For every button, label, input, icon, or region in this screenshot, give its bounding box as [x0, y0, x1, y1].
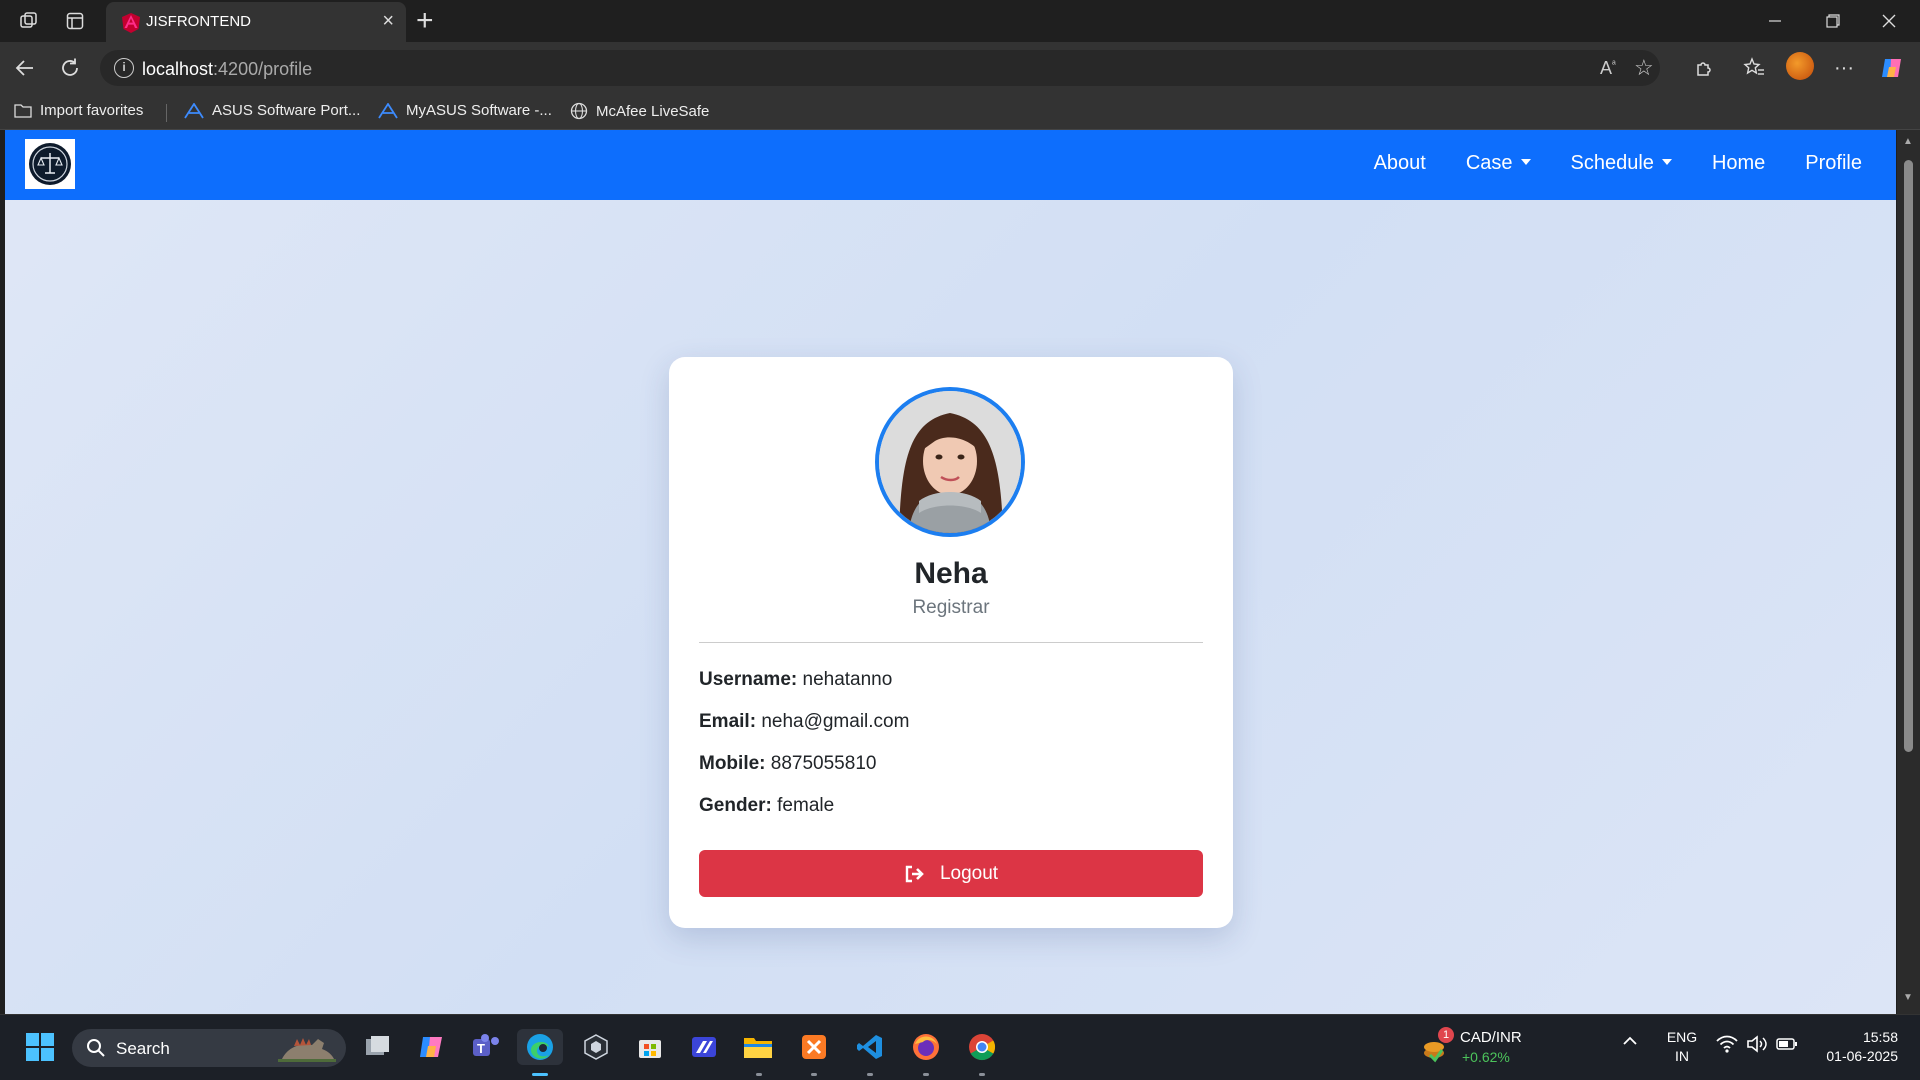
volume-icon[interactable]: [1746, 1035, 1768, 1056]
vscode-running-indicator: [867, 1073, 873, 1076]
browser-title-bar: JISFRONTEND × +: [0, 0, 1920, 42]
language-indicator[interactable]: ENG IN: [1666, 1029, 1698, 1064]
profile-card: Neha Registrar Username: nehatanno Email…: [669, 357, 1233, 928]
import-folder-icon: [14, 103, 32, 118]
card-divider: [699, 642, 1203, 643]
battery-icon[interactable]: [1776, 1036, 1798, 1055]
file-explorer-icon[interactable]: [740, 1029, 776, 1065]
profile-field-mobile: Mobile: 8875055810: [699, 753, 877, 774]
mongodb-compass-icon[interactable]: [686, 1029, 722, 1065]
ticker-name[interactable]: CAD/INR: [1460, 1029, 1522, 1046]
profile-name: Neha: [914, 557, 988, 590]
copilot-icon[interactable]: [1878, 54, 1906, 82]
globe-icon: [570, 102, 588, 120]
nav-profile[interactable]: Profile: [1805, 152, 1862, 175]
browser-toolbar: i localhost:4200/profile Aᵃ ☆ ···: [0, 42, 1920, 94]
site-info-icon[interactable]: i: [114, 58, 134, 78]
taskbar-search[interactable]: Search: [72, 1029, 346, 1067]
logout-label: Logout: [939, 862, 999, 884]
ticker-change: +0.62%: [1462, 1049, 1510, 1065]
restore-icon[interactable]: [1810, 6, 1856, 36]
nav-home[interactable]: Home: [1712, 152, 1765, 175]
minimize-icon[interactable]: [1752, 6, 1798, 36]
firefox-icon[interactable]: [908, 1029, 944, 1065]
favorites-icon[interactable]: [1740, 54, 1768, 82]
copilot-app-icon[interactable]: [414, 1029, 450, 1065]
refresh-icon[interactable]: [56, 54, 84, 82]
angular-icon: [120, 12, 142, 34]
profile-photo: [875, 387, 1025, 537]
scroll-up-icon[interactable]: ▲: [1903, 136, 1913, 147]
bookmark-import-favorites[interactable]: Import favorites: [14, 102, 143, 119]
app-nav-links: About Case Schedule Home Profile: [1374, 152, 1862, 175]
more-options-icon[interactable]: ···: [1830, 54, 1858, 82]
firefox-running-indicator: [923, 1073, 929, 1076]
windows-start-icon[interactable]: [22, 1029, 58, 1065]
asus-icon: [378, 102, 398, 118]
asus-icon: [184, 102, 204, 118]
back-arrow-icon[interactable]: [11, 54, 39, 82]
svg-text:T: T: [477, 1041, 485, 1056]
ticker-badge: 1: [1438, 1027, 1454, 1043]
microsoft-store-icon[interactable]: [632, 1029, 668, 1065]
extensions-icon[interactable]: [1690, 54, 1718, 82]
bookmark-mcafee-livesafe[interactable]: McAfee LiveSafe: [570, 102, 709, 120]
url-text[interactable]: localhost:4200/profile: [142, 59, 312, 80]
page-scrollbar[interactable]: ▲ ▼: [1897, 130, 1920, 1014]
tab-title: JISFRONTEND: [146, 13, 251, 30]
new-tab-button[interactable]: +: [416, 4, 434, 38]
nav-about[interactable]: About: [1374, 152, 1426, 175]
xampp-running-indicator: [811, 1073, 817, 1076]
active-tab[interactable]: JISFRONTEND ×: [106, 2, 406, 42]
profile-field-email: Email: neha@gmail.com: [699, 711, 910, 732]
scroll-down-icon[interactable]: ▼: [1903, 992, 1913, 1003]
scales-of-justice-logo-icon[interactable]: [25, 139, 75, 189]
profile-role: Registrar: [912, 597, 990, 618]
address-bar[interactable]: i localhost:4200/profile Aᵃ ☆: [100, 50, 1660, 86]
bookmark-separator: [166, 104, 167, 122]
sign-out-icon: [905, 865, 924, 882]
vertical-tabs-icon[interactable]: [62, 8, 88, 34]
favorite-star-icon[interactable]: ☆: [1634, 55, 1654, 81]
edge-active-indicator: [532, 1073, 548, 1076]
bookmarks-bar: Import favorites ASUS Software Port... M…: [0, 94, 1920, 130]
system-clock[interactable]: 15:58 01-06-2025: [1812, 1029, 1898, 1064]
close-tab-icon[interactable]: ×: [382, 10, 394, 33]
read-aloud-icon[interactable]: Aᵃ: [1600, 58, 1616, 79]
bookmark-myasus-software[interactable]: MyASUS Software -...: [378, 102, 552, 119]
nav-schedule-dropdown[interactable]: Schedule: [1571, 152, 1672, 175]
workspaces-icon[interactable]: [16, 8, 42, 34]
teams-icon[interactable]: T: [468, 1029, 504, 1065]
profile-field-username: Username: nehatanno: [699, 669, 893, 690]
logout-button[interactable]: Logout: [699, 850, 1203, 897]
wifi-icon[interactable]: [1716, 1035, 1738, 1056]
show-hidden-icons-chevron-icon[interactable]: [1622, 1033, 1638, 1054]
search-icon: [87, 1039, 105, 1057]
vscode-icon[interactable]: [852, 1029, 888, 1065]
github-app-icon[interactable]: [578, 1029, 614, 1065]
page-viewport: About Case Schedule Home Profile Neha Re…: [5, 130, 1896, 1014]
user-avatar-icon[interactable]: [1786, 52, 1814, 80]
app-navbar: About Case Schedule Home Profile: [5, 130, 1896, 200]
nav-case-dropdown[interactable]: Case: [1466, 152, 1531, 175]
chrome-icon[interactable]: [964, 1029, 1000, 1065]
dinosaur-search-highlight-icon: [278, 1038, 336, 1062]
scroll-thumb[interactable]: [1904, 160, 1913, 752]
xampp-icon[interactable]: [796, 1029, 832, 1065]
close-window-icon[interactable]: [1866, 6, 1912, 36]
profile-field-gender: Gender: female: [699, 795, 835, 816]
edge-browser-icon[interactable]: [517, 1029, 563, 1065]
windows-taskbar: Search T 1 CAD/INR +0.62% ENG IN 15:58 0…: [0, 1014, 1920, 1080]
explorer-running-indicator: [756, 1073, 762, 1076]
bookmark-asus-software[interactable]: ASUS Software Port...: [184, 102, 360, 119]
task-view-icon[interactable]: [360, 1029, 396, 1065]
chrome-running-indicator: [979, 1073, 985, 1076]
